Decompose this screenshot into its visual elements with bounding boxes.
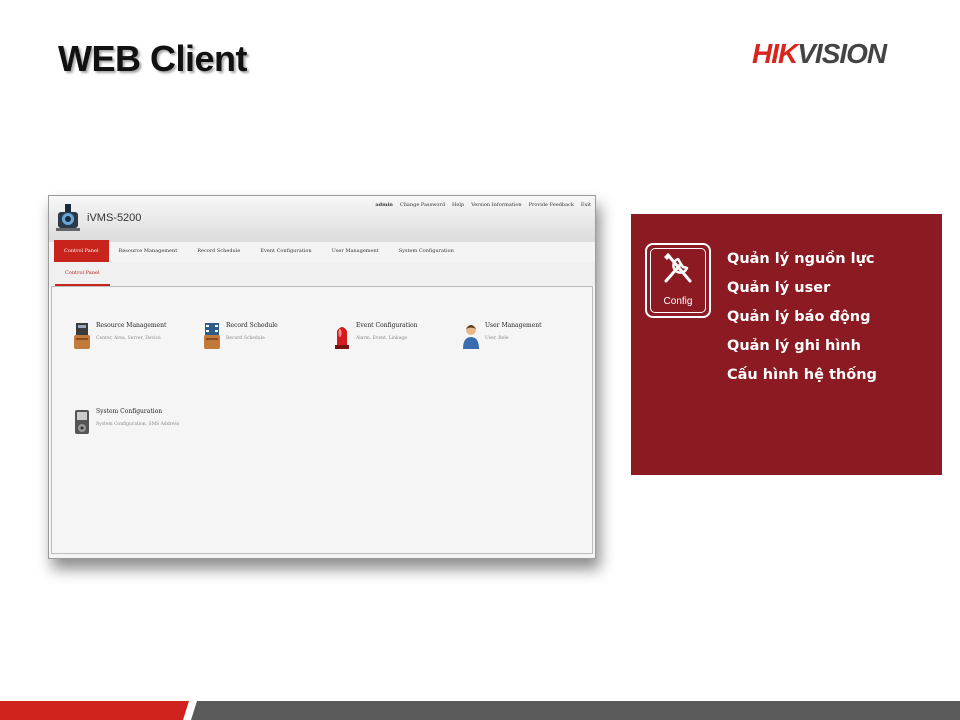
config-label: Config bbox=[663, 296, 693, 307]
module-resource-management[interactable]: Resource Management Center, Area, Server… bbox=[72, 321, 192, 357]
bottom-bar-red bbox=[0, 701, 189, 720]
top-links: admin Change Password Help Version Infor… bbox=[375, 202, 591, 208]
module-subtitle: Center, Area, Server, Device bbox=[96, 336, 161, 341]
module-title: System Configuration bbox=[96, 408, 163, 415]
module-system-configuration[interactable]: System Configuration System Configuratio… bbox=[72, 407, 232, 443]
link-change-password[interactable]: Change Password bbox=[400, 202, 445, 208]
slide-title: WEB Client bbox=[58, 38, 248, 79]
user-icon bbox=[463, 325, 479, 349]
module-title: Resource Management bbox=[96, 322, 167, 329]
module-subtitle: Record Schedule bbox=[226, 336, 265, 341]
link-version-information[interactable]: Version Information bbox=[471, 202, 522, 208]
link-exit[interactable]: Exit bbox=[581, 202, 591, 208]
module-event-configuration[interactable]: Event Configuration Alarm, Event, Linkag… bbox=[332, 321, 452, 357]
config-badge: Config bbox=[645, 243, 711, 318]
alarm-light-icon bbox=[335, 327, 349, 349]
tab-record-schedule[interactable]: Record Schedule bbox=[187, 240, 250, 262]
module-record-schedule[interactable]: Record Schedule Record Schedule bbox=[202, 321, 322, 357]
feature-info-box: Config Quản lý nguồn lực Quản lý user Qu… bbox=[631, 214, 942, 475]
brand-hik: HIK bbox=[752, 38, 798, 69]
resource-icon bbox=[74, 323, 90, 349]
camera-logo-icon bbox=[56, 204, 80, 231]
bottom-bar-gray bbox=[191, 701, 960, 720]
control-panel: Resource Management Center, Area, Server… bbox=[51, 286, 593, 554]
record-schedule-icon bbox=[204, 323, 220, 349]
brand-vision: VISION bbox=[797, 38, 887, 69]
feature-item: Quản lý nguồn lực bbox=[727, 251, 875, 267]
module-subtitle: Alarm, Event, Linkage bbox=[356, 336, 407, 341]
hikvision-logo: HIKVISION bbox=[752, 38, 887, 69]
tab-user-management[interactable]: User Management bbox=[322, 240, 389, 262]
user-admin[interactable]: admin bbox=[375, 202, 393, 208]
app-header: iVMS-5200 admin Change Password Help Ver… bbox=[49, 196, 595, 242]
subtab-control-panel[interactable]: Control Panel bbox=[55, 262, 110, 286]
sub-nav: Control Panel bbox=[49, 262, 595, 286]
ivms-screenshot: iVMS-5200 admin Change Password Help Ver… bbox=[48, 195, 596, 559]
tab-control-panel[interactable]: Control Panel bbox=[54, 240, 109, 262]
feature-item: Quản lý user bbox=[727, 280, 831, 296]
tools-icon bbox=[664, 253, 692, 283]
tab-system-configuration[interactable]: System Configuration bbox=[389, 240, 464, 262]
feature-item: Quản lý báo động bbox=[727, 309, 871, 325]
tab-resource-management[interactable]: Resource Management bbox=[109, 240, 188, 262]
feature-item: Quản lý ghi hình bbox=[727, 338, 861, 354]
feature-item: Cấu hình hệ thống bbox=[727, 367, 877, 383]
main-nav: Control Panel Resource Management Record… bbox=[54, 240, 464, 262]
link-provide-feedback[interactable]: Provide Feedback bbox=[529, 202, 574, 208]
bottom-decor-bar bbox=[0, 701, 960, 720]
module-subtitle: User, Role bbox=[485, 336, 509, 341]
module-user-management[interactable]: User Management User, Role bbox=[461, 321, 581, 357]
system-config-icon bbox=[75, 410, 89, 434]
module-title: Record Schedule bbox=[226, 322, 278, 329]
module-title: User Management bbox=[485, 322, 542, 329]
module-subtitle: System Configuration, SMS Address bbox=[96, 422, 180, 427]
app-name: iVMS-5200 bbox=[87, 212, 142, 224]
link-help[interactable]: Help bbox=[452, 202, 464, 208]
module-title: Event Configuration bbox=[356, 322, 418, 329]
tab-event-configuration[interactable]: Event Configuration bbox=[250, 240, 321, 262]
feature-list: Quản lý nguồn lực Quản lý user Quản lý b… bbox=[727, 249, 877, 394]
